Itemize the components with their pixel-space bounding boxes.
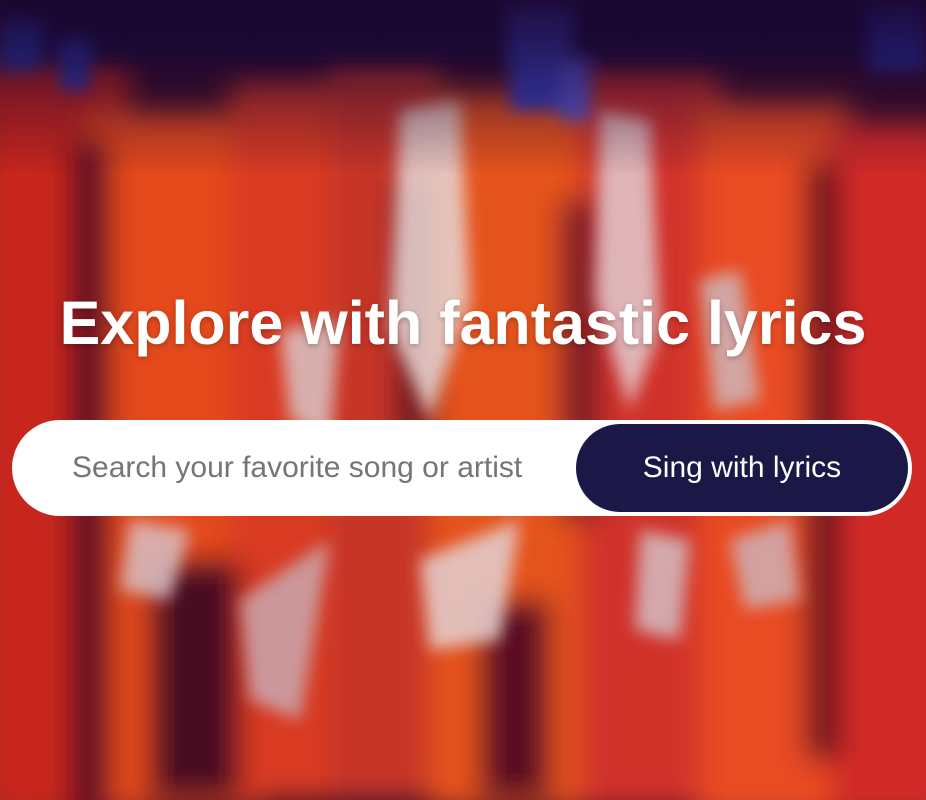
hero-section: Explore with fantastic lyrics Sing with …: [0, 0, 926, 800]
search-bar: Sing with lyrics: [12, 420, 912, 516]
hero-background-image: [0, 0, 926, 800]
search-input[interactable]: [72, 420, 572, 516]
sing-with-lyrics-button[interactable]: Sing with lyrics: [576, 424, 908, 512]
hero-headline: Explore with fantastic lyrics: [59, 289, 867, 357]
